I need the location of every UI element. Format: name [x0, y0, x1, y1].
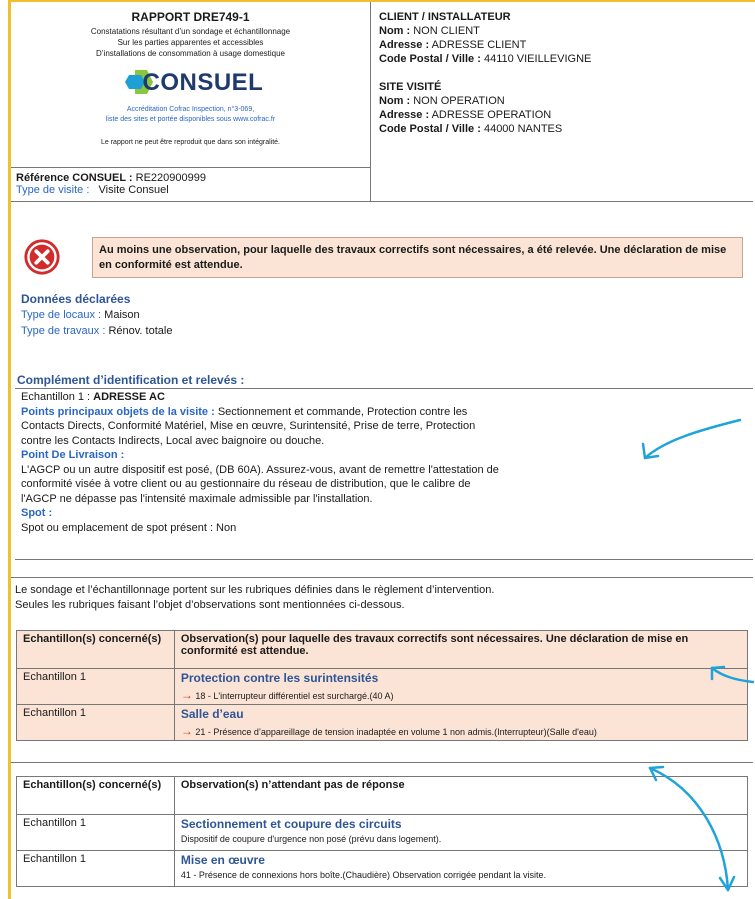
annotation-arrows — [641, 418, 755, 892]
cyan-curved-arrow — [648, 766, 730, 892]
cyan-curved-arrow — [643, 418, 742, 460]
cyan-curved-arrow — [710, 666, 755, 684]
